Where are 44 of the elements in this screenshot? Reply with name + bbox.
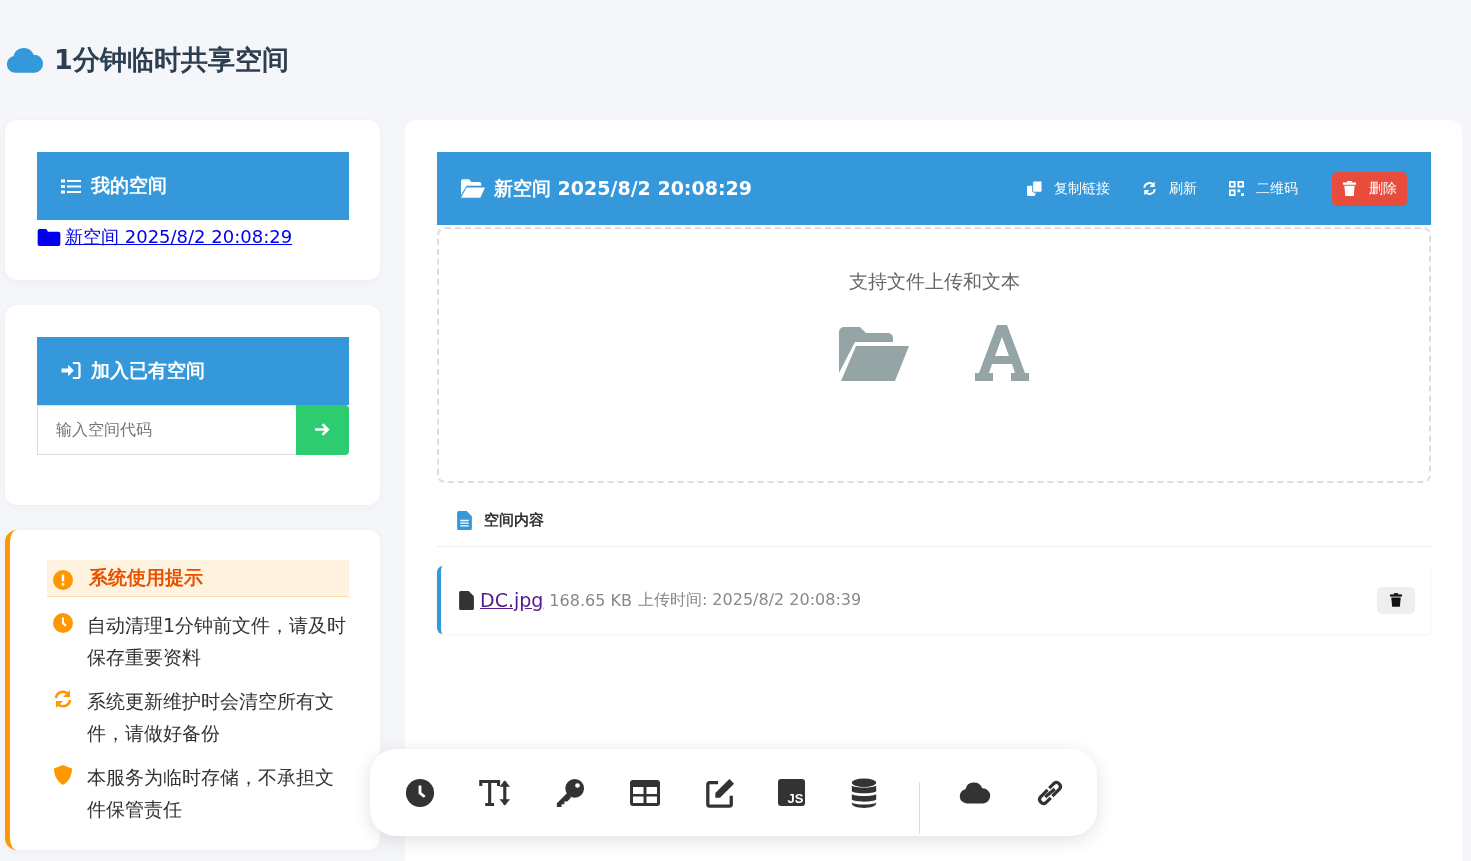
folder-icon bbox=[37, 228, 61, 246]
upload-hint: 支持文件上传和文本 bbox=[848, 269, 1020, 294]
document-icon bbox=[457, 511, 472, 530]
upload-time: 上传时间: 2025/8/2 20:08:39 bbox=[637, 589, 862, 611]
refresh-icon bbox=[1142, 181, 1157, 196]
copy-icon bbox=[1027, 181, 1042, 196]
qr-code-button[interactable]: 二维码 bbox=[1219, 171, 1308, 206]
refresh-button[interactable]: 刷新 bbox=[1132, 171, 1207, 206]
edit-icon bbox=[703, 777, 736, 808]
arrow-right-icon bbox=[314, 422, 331, 437]
section-title: 空间内容 bbox=[484, 511, 544, 530]
clock-icon bbox=[404, 777, 436, 808]
clock-icon bbox=[53, 612, 73, 633]
copy-link-button[interactable]: 复制链接 bbox=[1017, 171, 1120, 206]
tip-text: 本服务为临时存储，不承担文件保管责任 bbox=[87, 764, 335, 822]
section-title: 加入已有空间 bbox=[91, 357, 205, 383]
file-link[interactable]: DC.jpg bbox=[480, 589, 544, 611]
file-size: 168.65 KB bbox=[549, 590, 632, 610]
trash-icon bbox=[1390, 593, 1402, 607]
table-icon bbox=[628, 777, 661, 808]
tip-text: 系统更新维护时会清空所有文件，请做好备份 bbox=[87, 688, 335, 746]
notice-title: 系统使用提示 bbox=[89, 564, 203, 590]
qr-code-icon bbox=[1229, 181, 1244, 196]
list-icon bbox=[61, 177, 81, 195]
delete-button[interactable]: 删除 bbox=[1332, 171, 1407, 206]
space-title: 新空间 2025/8/2 20:08:29 bbox=[494, 175, 753, 201]
exclamation-icon bbox=[53, 569, 73, 590]
shield-icon bbox=[53, 764, 73, 785]
delete-file-button[interactable] bbox=[1377, 586, 1415, 614]
upload-dropzone[interactable]: 支持文件上传和文本 bbox=[437, 227, 1431, 483]
text-height-icon bbox=[478, 777, 511, 808]
folder-open-icon[interactable] bbox=[839, 327, 909, 381]
trash-icon bbox=[1342, 181, 1357, 196]
space-link[interactable]: 新空间 2025/8/2 20:08:29 bbox=[37, 225, 293, 249]
sign-in-icon bbox=[61, 362, 81, 379]
sync-icon bbox=[53, 688, 73, 709]
section-title: 我的空间 bbox=[91, 173, 167, 198]
file-icon bbox=[459, 590, 474, 610]
cloud-icon bbox=[6, 46, 44, 74]
folder-open-icon bbox=[461, 179, 485, 198]
space-code-field[interactable]: 输入空间代码 bbox=[37, 404, 296, 455]
tip-text: 自动清理1分钟前文件，请及时保存重要资料 bbox=[87, 612, 348, 670]
font-icon[interactable] bbox=[975, 325, 1029, 381]
page-title: 1分钟临时共享空间 bbox=[54, 43, 289, 77]
